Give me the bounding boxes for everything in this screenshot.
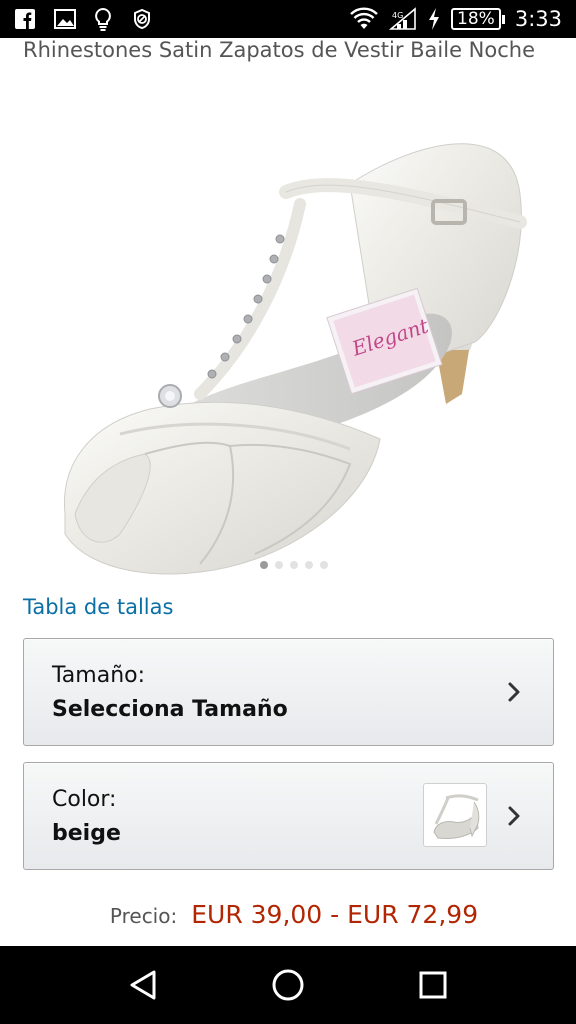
battery-indicator: 18% [451, 8, 505, 30]
status-bar: 4G 18% 3:33 [0, 0, 576, 38]
size-value: Selecciona Tamaño [52, 697, 288, 722]
gallery-icon [54, 9, 76, 29]
price-value: EUR 39,00 - EUR 72,99 [191, 900, 479, 929]
size-chart-link[interactable]: Tabla de tallas [23, 595, 173, 619]
chevron-right-icon [503, 805, 525, 827]
battery-percent: 18% [451, 8, 501, 30]
color-value: beige [52, 821, 121, 846]
charging-icon [427, 7, 441, 31]
size-selector[interactable]: Tamaño: Selecciona Tamaño [23, 638, 554, 746]
carousel-dot[interactable] [305, 561, 313, 569]
truncated-text-row [23, 938, 553, 946]
home-icon[interactable] [258, 955, 318, 1015]
product-detail: Rhinestones Satin Zapatos de Vestir Bail… [0, 38, 576, 946]
chevron-right-icon [503, 681, 525, 703]
system-status: 4G 18% 3:33 [349, 7, 562, 31]
product-title: Rhinestones Satin Zapatos de Vestir Bail… [23, 38, 536, 62]
carousel-dot[interactable] [320, 561, 328, 569]
notification-icons [14, 7, 154, 31]
price-label: Precio: [109, 904, 178, 928]
lightbulb-icon [94, 7, 112, 31]
clock: 3:33 [514, 7, 562, 31]
size-label: Tamaño: [52, 663, 146, 688]
svg-text:4G: 4G [392, 11, 403, 20]
price-row: Precio: EUR 39,00 - EUR 72,99 [0, 900, 576, 929]
navigation-bar [0, 946, 576, 1024]
screen: 4G 18% 3:33 Rhinestones Satin Zapatos de… [0, 0, 576, 1024]
wifi-icon [349, 7, 379, 31]
battery-tip [501, 14, 505, 24]
facebook-icon [14, 8, 36, 30]
recents-icon[interactable] [403, 955, 463, 1015]
carousel-dot[interactable] [260, 561, 268, 569]
color-label: Color: [52, 787, 117, 812]
color-swatch-thumbnail [423, 783, 487, 847]
back-icon[interactable] [113, 955, 173, 1015]
signal-icon: 4G [389, 7, 417, 31]
color-selector[interactable]: Color: beige [23, 762, 554, 870]
carousel-dot[interactable] [275, 561, 283, 569]
blocked-icon [130, 7, 154, 31]
carousel-dot[interactable] [290, 561, 298, 569]
product-image[interactable]: Elegant [50, 74, 540, 584]
image-carousel-indicator [0, 561, 576, 569]
